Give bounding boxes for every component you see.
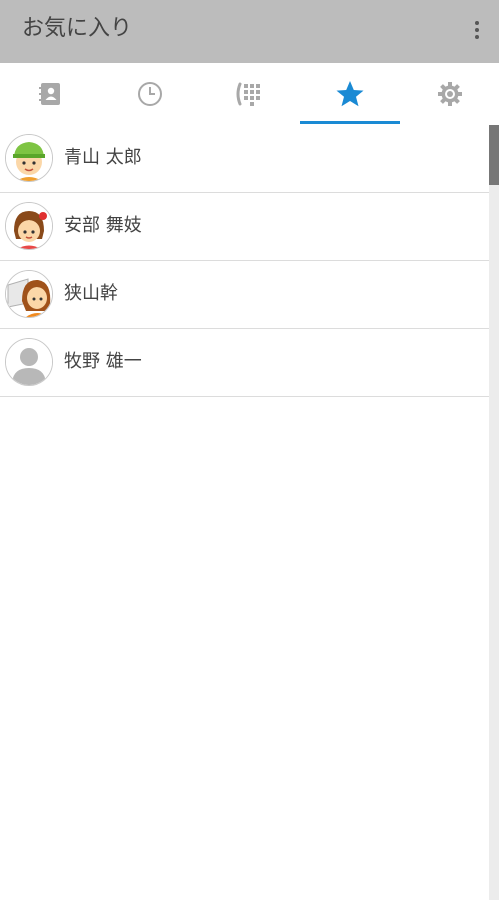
more-vert-icon[interactable] bbox=[469, 16, 485, 44]
selected-tab-indicator bbox=[300, 121, 400, 124]
default-person-avatar bbox=[6, 339, 52, 385]
tab-bar bbox=[0, 63, 499, 125]
list-item[interactable]: 青山 太郎 bbox=[0, 125, 489, 193]
contact-name: 青山 太郎 bbox=[64, 147, 142, 168]
tab-history[interactable] bbox=[100, 63, 200, 125]
contact-name: 安部 舞妓 bbox=[64, 215, 142, 236]
star-icon bbox=[336, 81, 364, 107]
scrollbar-track[interactable] bbox=[489, 125, 499, 900]
tab-contacts[interactable] bbox=[0, 63, 100, 125]
list-item[interactable]: 狭山幹 bbox=[0, 261, 489, 329]
gear-icon bbox=[438, 82, 462, 106]
dialpad-icon bbox=[236, 82, 260, 106]
avatar bbox=[5, 270, 53, 318]
contact-name: 狭山幹 bbox=[64, 283, 118, 304]
avatar bbox=[5, 338, 53, 386]
tab-favorites[interactable] bbox=[300, 63, 400, 125]
avatar bbox=[5, 202, 53, 250]
favorites-list: 青山 太郎 安部 舞妓 狭山幹 牧野 雄一 bbox=[0, 125, 489, 397]
girl-red-bow-avatar bbox=[6, 203, 52, 249]
contact-name: 牧野 雄一 bbox=[64, 351, 142, 372]
address-book-icon bbox=[39, 83, 60, 105]
tab-dialpad[interactable] bbox=[200, 63, 300, 125]
girl-brown-hair-avatar bbox=[6, 271, 52, 317]
clock-icon bbox=[138, 82, 162, 106]
avatar bbox=[5, 134, 53, 182]
list-item[interactable]: 安部 舞妓 bbox=[0, 193, 489, 261]
boy-green-cap-avatar bbox=[6, 135, 52, 181]
scrollbar-thumb[interactable] bbox=[489, 125, 499, 185]
list-item[interactable]: 牧野 雄一 bbox=[0, 329, 489, 397]
page-title: お気に入り bbox=[22, 16, 133, 41]
tab-settings[interactable] bbox=[400, 63, 499, 125]
app-bar: お気に入り bbox=[0, 0, 499, 63]
